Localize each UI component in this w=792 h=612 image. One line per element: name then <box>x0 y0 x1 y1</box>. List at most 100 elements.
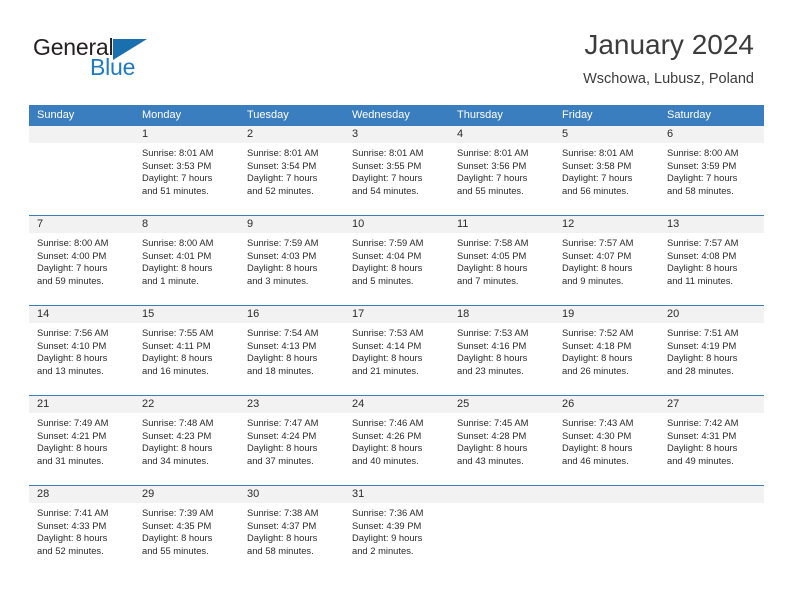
daylight-text-line1: Daylight: 8 hours <box>562 442 633 454</box>
day-cell[interactable]: Sunrise: 8:00 AM Sunset: 4:00 PM Dayligh… <box>29 233 134 305</box>
day-number[interactable]: 25 <box>449 396 554 413</box>
day-number[interactable]: 29 <box>134 486 239 503</box>
day-number[interactable]: 5 <box>554 126 659 143</box>
day-cell[interactable]: Sunrise: 7:42 AM Sunset: 4:31 PM Dayligh… <box>659 413 764 485</box>
day-cell[interactable]: Sunrise: 7:53 AM Sunset: 4:14 PM Dayligh… <box>344 323 449 395</box>
day-cell[interactable] <box>554 503 659 575</box>
day-number[interactable]: 30 <box>239 486 344 503</box>
sunset-text: Sunset: 4:00 PM <box>37 249 107 261</box>
day-cell[interactable] <box>29 143 134 215</box>
weekday-header-sunday: Sunday <box>37 109 75 121</box>
daylight-text-line1: Daylight: 7 hours <box>457 172 528 184</box>
day-cell[interactable]: Sunrise: 7:41 AM Sunset: 4:33 PM Dayligh… <box>29 503 134 575</box>
daylight-text-line2: and 55 minutes. <box>142 544 209 556</box>
weekday-header-tuesday: Tuesday <box>247 109 289 121</box>
day-cell[interactable]: Sunrise: 7:53 AM Sunset: 4:16 PM Dayligh… <box>449 323 554 395</box>
day-cell[interactable]: Sunrise: 7:54 AM Sunset: 4:13 PM Dayligh… <box>239 323 344 395</box>
day-cell[interactable]: Sunrise: 7:49 AM Sunset: 4:21 PM Dayligh… <box>29 413 134 485</box>
day-number[interactable]: 22 <box>134 396 239 413</box>
day-number[interactable]: 9 <box>239 216 344 233</box>
day-cell[interactable]: Sunrise: 7:57 AM Sunset: 4:08 PM Dayligh… <box>659 233 764 305</box>
sunrise-text: Sunrise: 8:01 AM <box>457 147 529 158</box>
sunrise-text: Sunrise: 7:39 AM <box>142 507 214 518</box>
day-number[interactable] <box>29 126 134 143</box>
day-cell[interactable]: Sunrise: 7:56 AM Sunset: 4:10 PM Dayligh… <box>29 323 134 395</box>
day-number[interactable]: 13 <box>659 216 764 233</box>
day-number[interactable]: 20 <box>659 306 764 323</box>
daylight-text-line2: and 23 minutes. <box>457 364 524 376</box>
day-number[interactable]: 10 <box>344 216 449 233</box>
day-number[interactable]: 2 <box>239 126 344 143</box>
day-number[interactable]: 21 <box>29 396 134 413</box>
sunset-text: Sunset: 3:54 PM <box>247 159 317 171</box>
daylight-text-line2: and 40 minutes. <box>352 454 419 466</box>
day-cell[interactable]: Sunrise: 7:48 AM Sunset: 4:23 PM Dayligh… <box>134 413 239 485</box>
day-cell[interactable]: Sunrise: 7:45 AM Sunset: 4:28 PM Dayligh… <box>449 413 554 485</box>
sunset-text: Sunset: 4:21 PM <box>37 429 107 441</box>
day-number[interactable]: 1 <box>134 126 239 143</box>
day-number[interactable]: 24 <box>344 396 449 413</box>
day-cell[interactable]: Sunrise: 7:39 AM Sunset: 4:35 PM Dayligh… <box>134 503 239 575</box>
day-number[interactable]: 15 <box>134 306 239 323</box>
day-cell[interactable]: Sunrise: 7:38 AM Sunset: 4:37 PM Dayligh… <box>239 503 344 575</box>
daylight-text-line2: and 46 minutes. <box>562 454 629 466</box>
day-number[interactable]: 11 <box>449 216 554 233</box>
sunset-text: Sunset: 4:08 PM <box>667 249 737 261</box>
day-cell[interactable]: Sunrise: 8:00 AM Sunset: 3:59 PM Dayligh… <box>659 143 764 215</box>
day-number[interactable]: 12 <box>554 216 659 233</box>
sunset-text: Sunset: 3:56 PM <box>457 159 527 171</box>
sunset-text: Sunset: 4:07 PM <box>562 249 632 261</box>
day-cell[interactable] <box>449 503 554 575</box>
day-cell[interactable]: Sunrise: 7:59 AM Sunset: 4:04 PM Dayligh… <box>344 233 449 305</box>
daylight-text-line2: and 58 minutes. <box>667 184 734 196</box>
day-number[interactable]: 23 <box>239 396 344 413</box>
day-cell[interactable]: Sunrise: 8:01 AM Sunset: 3:58 PM Dayligh… <box>554 143 659 215</box>
daylight-text-line1: Daylight: 8 hours <box>37 352 108 364</box>
day-cell[interactable]: Sunrise: 8:00 AM Sunset: 4:01 PM Dayligh… <box>134 233 239 305</box>
day-number[interactable]: 31 <box>344 486 449 503</box>
day-number[interactable]: 6 <box>659 126 764 143</box>
day-number[interactable]: 28 <box>29 486 134 503</box>
day-number[interactable]: 14 <box>29 306 134 323</box>
day-cell[interactable]: Sunrise: 8:01 AM Sunset: 3:55 PM Dayligh… <box>344 143 449 215</box>
day-number[interactable]: 16 <box>239 306 344 323</box>
day-cell[interactable]: Sunrise: 7:43 AM Sunset: 4:30 PM Dayligh… <box>554 413 659 485</box>
day-number[interactable] <box>449 486 554 503</box>
day-cell[interactable]: Sunrise: 7:57 AM Sunset: 4:07 PM Dayligh… <box>554 233 659 305</box>
day-cell[interactable]: Sunrise: 7:46 AM Sunset: 4:26 PM Dayligh… <box>344 413 449 485</box>
day-number[interactable]: 8 <box>134 216 239 233</box>
day-number[interactable]: 4 <box>449 126 554 143</box>
day-cell[interactable]: Sunrise: 8:01 AM Sunset: 3:54 PM Dayligh… <box>239 143 344 215</box>
day-number[interactable] <box>659 486 764 503</box>
daylight-text-line1: Daylight: 8 hours <box>562 262 633 274</box>
daylight-text-line1: Daylight: 9 hours <box>352 532 423 544</box>
day-number[interactable]: 17 <box>344 306 449 323</box>
day-cell[interactable] <box>659 503 764 575</box>
day-cell[interactable]: Sunrise: 8:01 AM Sunset: 3:53 PM Dayligh… <box>134 143 239 215</box>
day-number[interactable]: 18 <box>449 306 554 323</box>
day-cell[interactable]: Sunrise: 7:36 AM Sunset: 4:39 PM Dayligh… <box>344 503 449 575</box>
day-cell[interactable]: Sunrise: 8:01 AM Sunset: 3:56 PM Dayligh… <box>449 143 554 215</box>
day-number[interactable]: 3 <box>344 126 449 143</box>
daylight-text-line2: and 58 minutes. <box>247 544 314 556</box>
day-cell[interactable]: Sunrise: 7:51 AM Sunset: 4:19 PM Dayligh… <box>659 323 764 395</box>
daylight-text-line1: Daylight: 8 hours <box>247 532 318 544</box>
day-cell[interactable]: Sunrise: 7:55 AM Sunset: 4:11 PM Dayligh… <box>134 323 239 395</box>
generalblue-logo[interactable]: General Blue <box>33 34 203 86</box>
day-number[interactable]: 26 <box>554 396 659 413</box>
sunset-text: Sunset: 4:33 PM <box>37 519 107 531</box>
daylight-text-line1: Daylight: 8 hours <box>352 352 423 364</box>
day-cell[interactable]: Sunrise: 7:47 AM Sunset: 4:24 PM Dayligh… <box>239 413 344 485</box>
day-number[interactable]: 7 <box>29 216 134 233</box>
day-number[interactable]: 27 <box>659 396 764 413</box>
sunrise-text: Sunrise: 7:53 AM <box>352 327 424 338</box>
day-number[interactable] <box>554 486 659 503</box>
sunset-text: Sunset: 3:53 PM <box>142 159 212 171</box>
day-cell[interactable]: Sunrise: 7:59 AM Sunset: 4:03 PM Dayligh… <box>239 233 344 305</box>
day-cell[interactable]: Sunrise: 7:52 AM Sunset: 4:18 PM Dayligh… <box>554 323 659 395</box>
day-number[interactable]: 19 <box>554 306 659 323</box>
sunset-text: Sunset: 4:04 PM <box>352 249 422 261</box>
week-day-numbers: 28 29 30 31 <box>29 486 764 503</box>
sunrise-text: Sunrise: 7:45 AM <box>457 417 529 428</box>
day-cell[interactable]: Sunrise: 7:58 AM Sunset: 4:05 PM Dayligh… <box>449 233 554 305</box>
